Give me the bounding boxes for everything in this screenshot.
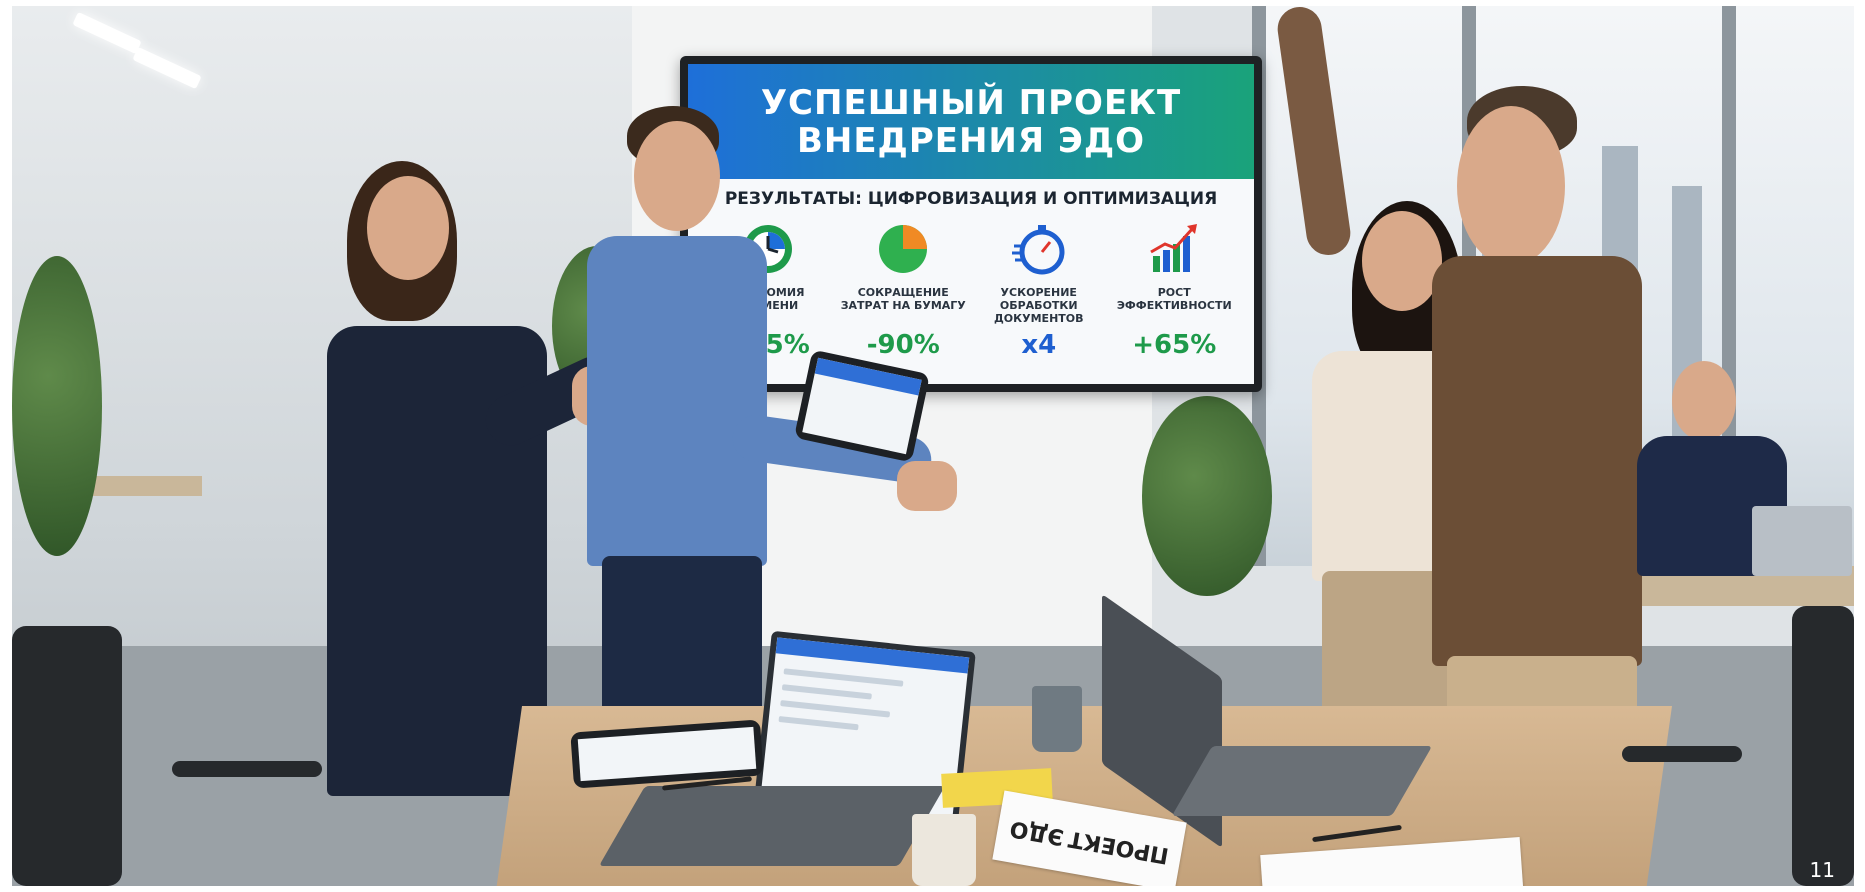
- metrics-row: ЭКОНОМИЯ ВРЕМЕНИ +75% СОКРАЩЕНИЕ ЗАТРАТ НА…: [688, 222, 1254, 360]
- paper-text-line2: ЭДО: [1008, 814, 1067, 849]
- page-number: 11: [1809, 858, 1835, 882]
- screen-row: [778, 715, 859, 731]
- metric-label: РОСТ ЭФФЕКТИВНОСТИ: [1116, 286, 1232, 312]
- metric-paper-cost: СОКРАЩЕНИЕ ЗАТРАТ НА БУМАГУ -90%: [839, 222, 967, 360]
- stopwatch-icon: [1011, 222, 1066, 276]
- chair-armrest: [172, 761, 322, 777]
- office-chair: [1792, 606, 1854, 886]
- screen-row: [783, 668, 904, 687]
- face: [1362, 211, 1442, 311]
- metric-value: x4: [1021, 330, 1057, 360]
- pie-chart-icon: [876, 222, 930, 276]
- sweater: [1432, 256, 1642, 666]
- chair-armrest: [1622, 746, 1742, 762]
- front-laptop-keyboard: [598, 786, 946, 866]
- slide-title-banner: УСПЕШНЫЙ ПРОЕКТ ВНЕДРЕНИЯ ЭДО: [688, 64, 1254, 179]
- hand: [897, 461, 957, 511]
- metric-efficiency-growth: РОСТ ЭФФЕКТИВНОСТИ +65%: [1110, 222, 1238, 360]
- tablet-screen: [802, 357, 922, 455]
- metric-value: +65%: [1132, 330, 1217, 360]
- growth-chart-icon: [1147, 222, 1201, 276]
- presentation-tv: УСПЕШНЫЙ ПРОЕКТ ВНЕДРЕНИЯ ЭДО РЕЗУЛЬТАТЫ…: [680, 56, 1262, 392]
- slide-title-line1: УСПЕШНЫЙ ПРОЕКТ: [760, 82, 1182, 123]
- face: [1457, 106, 1565, 266]
- face: [367, 176, 449, 280]
- paper-text-line1: ПРОЕКТ: [1066, 825, 1171, 868]
- plant: [1142, 396, 1272, 596]
- slide-title-line2: ВНЕДРЕНИЯ ЭДО: [796, 120, 1146, 161]
- screen-row: [780, 700, 891, 718]
- face: [1672, 361, 1736, 441]
- metric-label: СОКРАЩЕНИЕ ЗАТРАТ НА БУМАГУ: [840, 286, 966, 312]
- plant: [12, 256, 102, 556]
- grey-mug: [1032, 686, 1082, 752]
- screen-row: [781, 684, 872, 700]
- tv-slide: УСПЕШНЫЙ ПРОЕКТ ВНЕДРЕНИЯ ЭДО РЕЗУЛЬТАТЫ…: [688, 64, 1254, 384]
- blue-shirt: [587, 236, 767, 566]
- metric-value: -90%: [866, 330, 940, 360]
- background-laptop: [1752, 506, 1852, 576]
- tablet-screen: [577, 726, 757, 782]
- metric-document-speed: УСКОРЕНИЕ ОБРАБОТКИ ДОКУМЕНТОВ x4: [975, 222, 1103, 360]
- slide-subtitle: РЕЗУЛЬТАТЫ: ЦИФРОВИЗАЦИЯ И ОПТИМИЗАЦИЯ: [724, 189, 1218, 209]
- office-photo: УСПЕШНЫЙ ПРОЕКТ ВНЕДРЕНИЯ ЭДО РЕЗУЛЬТАТЫ…: [12, 6, 1854, 886]
- white-mug: [912, 814, 976, 886]
- right-laptop-keyboard: [1171, 746, 1433, 816]
- face: [634, 121, 720, 231]
- metric-label: УСКОРЕНИЕ ОБРАБОТКИ ДОКУМЕНТОВ: [993, 286, 1084, 325]
- office-chair: [12, 626, 122, 886]
